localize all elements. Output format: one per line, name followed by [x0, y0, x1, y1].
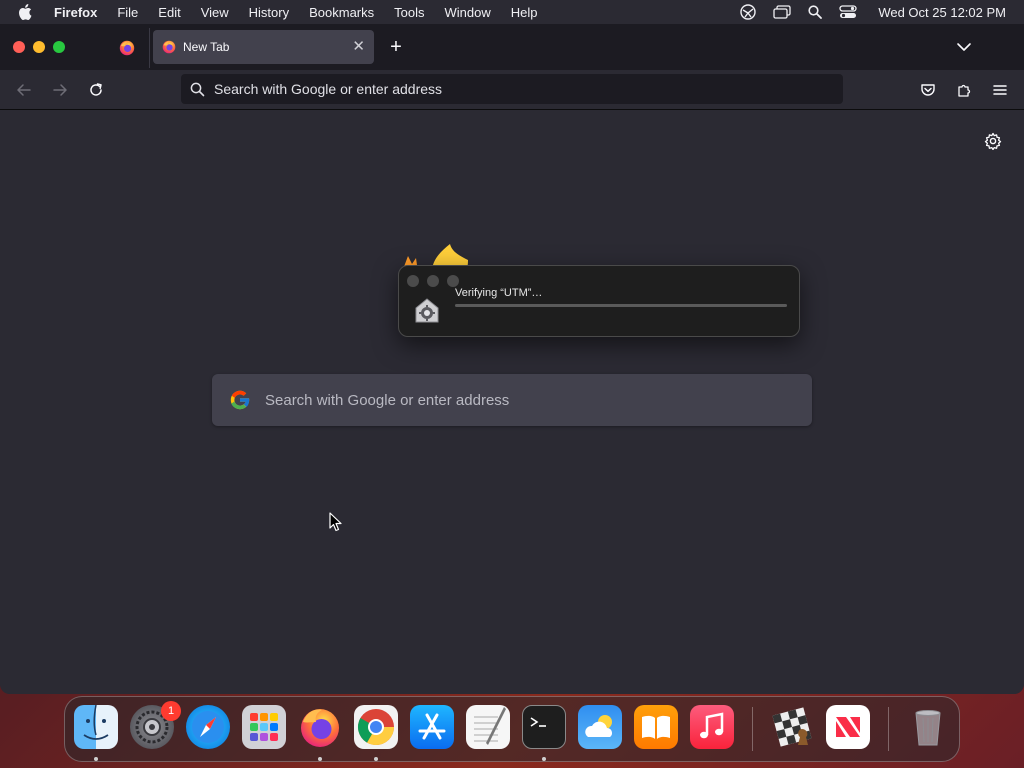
- menu-history[interactable]: History: [249, 5, 289, 20]
- address-bar[interactable]: Search with Google or enter address: [181, 74, 843, 104]
- gear-icon[interactable]: [984, 132, 1002, 151]
- apple-menu-icon[interactable]: [18, 4, 38, 20]
- back-arrow-icon[interactable]: [14, 80, 34, 100]
- extensions-puzzle-icon[interactable]: [954, 80, 974, 100]
- navigation-toolbar: Search with Google or enter address: [0, 70, 1024, 110]
- dock: 1: [64, 696, 960, 762]
- vpn-status-icon[interactable]: [740, 4, 757, 20]
- menu-view[interactable]: View: [201, 5, 229, 20]
- tab-new-tab[interactable]: New Tab ✕: [153, 30, 374, 64]
- spotlight-search-icon[interactable]: [808, 5, 823, 19]
- address-bar-placeholder: Search with Google or enter address: [214, 81, 443, 97]
- verifying-message: Verifying “UTM”…: [455, 287, 543, 299]
- reload-icon[interactable]: [86, 80, 106, 100]
- dialog-minimize-button[interactable]: [427, 275, 439, 287]
- screen-mirroring-icon[interactable]: [773, 5, 791, 19]
- mouse-cursor-icon: [329, 512, 342, 532]
- pocket-icon[interactable]: [918, 80, 938, 100]
- menubar-clock[interactable]: Wed Oct 25 12:02 PM: [878, 5, 1006, 20]
- app-store-icon[interactable]: [410, 705, 454, 749]
- dock-separator: [888, 707, 889, 751]
- running-indicator: [94, 757, 98, 761]
- utm-app-icon: [412, 295, 442, 325]
- menubar-status-area: Wed Oct 25 12:02 PM: [740, 0, 1006, 24]
- textedit-icon[interactable]: [466, 705, 510, 749]
- music-icon[interactable]: [690, 705, 734, 749]
- books-icon[interactable]: [634, 705, 678, 749]
- pinned-tab-firefox[interactable]: [113, 36, 141, 60]
- tab-strip: New Tab ✕ +: [0, 24, 1024, 70]
- search-icon: [190, 82, 205, 97]
- menu-help[interactable]: Help: [511, 5, 538, 20]
- finder-icon[interactable]: [74, 704, 118, 749]
- hamburger-menu-icon[interactable]: [990, 80, 1010, 100]
- menu-file[interactable]: File: [117, 5, 138, 20]
- terminal-icon[interactable]: [522, 705, 566, 749]
- chevron-down-icon[interactable]: [955, 38, 973, 56]
- launchpad-icon[interactable]: [242, 705, 286, 749]
- new-tab-button[interactable]: +: [386, 37, 406, 57]
- menu-app-name[interactable]: Firefox: [54, 5, 97, 20]
- verifying-dialog: Verifying “UTM”…: [398, 265, 800, 337]
- menu-bar: Firefox File Edit View History Bookmarks…: [0, 0, 1024, 24]
- window-zoom-button[interactable]: [53, 41, 65, 53]
- new-tab-search-box[interactable]: Search with Google or enter address: [212, 374, 812, 426]
- tab-divider: [149, 28, 150, 68]
- verify-progress-bar: [455, 304, 787, 307]
- chess-icon[interactable]: [770, 705, 814, 749]
- chrome-icon[interactable]: [354, 705, 398, 749]
- window-minimize-button[interactable]: [33, 41, 45, 53]
- close-tab-icon[interactable]: ✕: [352, 38, 365, 56]
- firefox-window: New Tab ✕ + Search with Google or enter …: [0, 24, 1024, 694]
- google-logo-icon: [228, 388, 252, 412]
- dialog-close-button[interactable]: [407, 275, 419, 287]
- firefox-icon[interactable]: [298, 705, 342, 749]
- window-close-button[interactable]: [13, 41, 25, 53]
- menu-bookmarks[interactable]: Bookmarks: [309, 5, 374, 20]
- tab-title: New Tab: [183, 40, 230, 54]
- running-indicator: [374, 757, 378, 761]
- menu-tools[interactable]: Tools: [394, 5, 424, 20]
- news-icon[interactable]: [826, 705, 870, 749]
- new-tab-page: Search with Google or enter address: [0, 110, 1024, 694]
- safari-icon[interactable]: [186, 705, 230, 749]
- menu-window[interactable]: Window: [445, 5, 491, 20]
- trash-icon[interactable]: [906, 705, 950, 749]
- weather-icon[interactable]: [578, 705, 622, 749]
- control-center-icon[interactable]: [839, 5, 857, 19]
- firefox-favicon-icon: [162, 40, 176, 54]
- search-box-placeholder: Search with Google or enter address: [265, 391, 510, 409]
- dock-separator: [752, 707, 753, 751]
- notification-badge: 1: [161, 701, 181, 721]
- running-indicator: [318, 757, 322, 761]
- dialog-zoom-button[interactable]: [447, 275, 459, 287]
- forward-arrow-icon[interactable]: [50, 80, 70, 100]
- running-indicator: [542, 757, 546, 761]
- firefox-favicon-icon: [119, 40, 135, 56]
- menu-edit[interactable]: Edit: [158, 5, 180, 20]
